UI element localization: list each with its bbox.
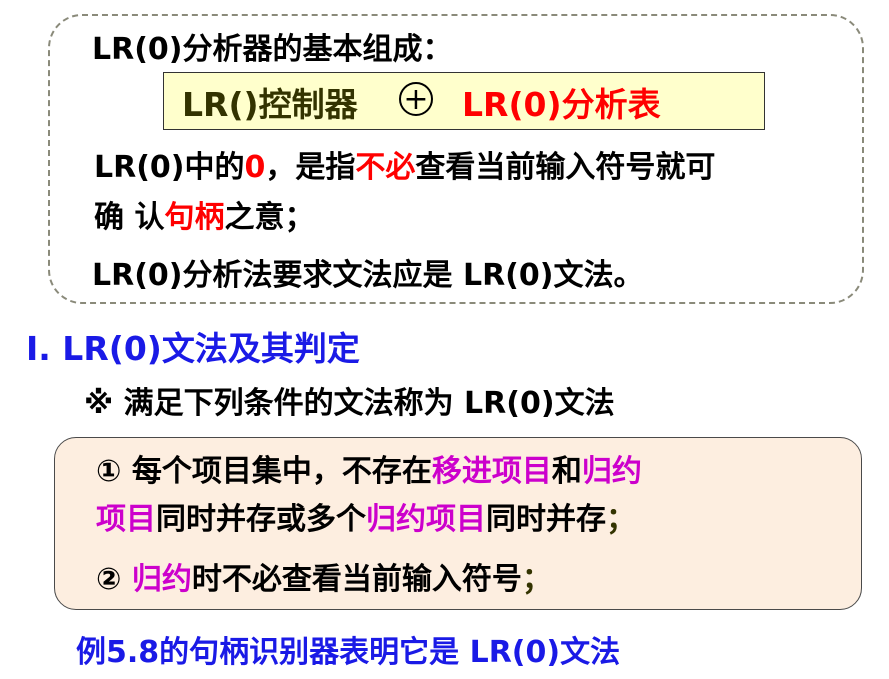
plus-symbol: + xyxy=(393,82,439,116)
example-note: 例5.8的句柄识别器表明它是 LR(0)文法 xyxy=(76,635,621,670)
condition-2: ② 归约时不必查看当前输入符号； xyxy=(96,562,552,597)
condition-intro: ※ 满足下列条件的文法称为 LR(0)文法 xyxy=(84,386,615,421)
condition-1-line2: 项目同时并存或多个归约项目同时并存； xyxy=(96,502,636,537)
analysis-table-label: LR(0)分析表 xyxy=(462,85,661,124)
zero-meaning-line2: 确 认句柄之意； xyxy=(94,200,315,235)
section-title: I. LR(0)文法及其判定 xyxy=(26,329,360,368)
condition-1-line1: ① 每个项目集中，不存在移进项目和归约 xyxy=(96,454,642,489)
zero-meaning-line1: LR(0)中的0，是指不必查看当前输入符号就可 xyxy=(94,150,716,185)
controller-label: LR()控制器 xyxy=(182,85,358,124)
lr0-requirement: LR(0)分析法要求文法应是 LR(0)文法。 xyxy=(92,258,644,293)
analyzer-composition-heading: LR(0)分析器的基本组成： xyxy=(92,32,453,67)
